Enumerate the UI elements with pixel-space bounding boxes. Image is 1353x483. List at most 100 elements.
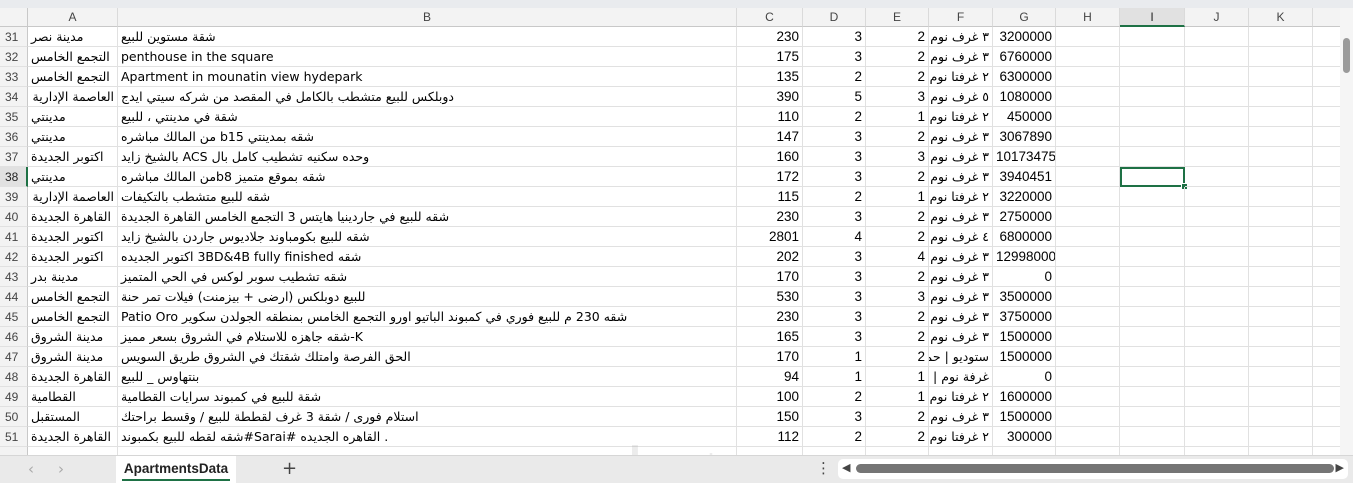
cell-i[interactable] — [1120, 407, 1185, 427]
cell-l[interactable] — [1313, 127, 1340, 147]
cell-e[interactable]: 1 — [866, 187, 929, 207]
cell-l[interactable] — [1313, 187, 1340, 207]
cell-d[interactable]: 3 — [803, 407, 866, 427]
cell-a[interactable]: القاهرة الجديدة — [28, 207, 118, 227]
column-header-e[interactable]: E — [866, 8, 929, 27]
cell-k[interactable] — [1249, 447, 1313, 455]
cell-k[interactable] — [1249, 147, 1313, 167]
cell-a[interactable]: القاهرة الجديدة — [28, 367, 118, 387]
row-header[interactable]: 51 — [0, 427, 28, 447]
cell-b[interactable]: شقه تشطيب سوبر لوكس في الحي المتميز — [118, 267, 737, 287]
cell-c[interactable]: 110 — [737, 107, 803, 127]
cell-b[interactable]: شقه 3BD&4B fully finished اكتوبر الجديده — [118, 247, 737, 267]
cell-k[interactable] — [1249, 347, 1313, 367]
cell-a[interactable]: اكتوبر الجديدة — [28, 147, 118, 167]
cell-h[interactable] — [1056, 427, 1120, 447]
cell-h[interactable] — [1056, 107, 1120, 127]
cell-k[interactable] — [1249, 107, 1313, 127]
cell-l[interactable] — [1313, 147, 1340, 167]
cell-a[interactable] — [28, 447, 118, 455]
cell-b[interactable]: شقة للبيع في كمبوند سرايات القطامية — [118, 387, 737, 407]
cell-h[interactable] — [1056, 407, 1120, 427]
cell-h[interactable] — [1056, 387, 1120, 407]
cell-f[interactable]: ٣ غرف نوم — [929, 27, 993, 47]
cell-i[interactable] — [1120, 307, 1185, 327]
cell-g[interactable]: 1500000 — [993, 347, 1056, 367]
cell-j[interactable] — [1185, 247, 1249, 267]
row-header[interactable]: 39 — [0, 187, 28, 207]
cell-g[interactable]: 3220000 — [993, 187, 1056, 207]
cell-f[interactable]: ستوديو | حمام — [929, 347, 993, 367]
cell-d[interactable]: 3 — [803, 307, 866, 327]
cell-h[interactable] — [1056, 207, 1120, 227]
cell-j[interactable] — [1185, 67, 1249, 87]
cell-c[interactable]: 202 — [737, 247, 803, 267]
cell-f[interactable] — [929, 447, 993, 455]
cell-h[interactable] — [1056, 227, 1120, 247]
cell-a[interactable]: مدينة نصر — [28, 27, 118, 47]
cell-j[interactable] — [1185, 87, 1249, 107]
cell-b[interactable]: شقة في مدينتي ، للبيع — [118, 107, 737, 127]
cell-e[interactable]: 2 — [866, 307, 929, 327]
cell-j[interactable] — [1185, 447, 1249, 455]
cell-h[interactable] — [1056, 347, 1120, 367]
column-header-c[interactable]: C — [737, 8, 803, 27]
cell-e[interactable]: 3 — [866, 287, 929, 307]
cell-i[interactable] — [1120, 207, 1185, 227]
cell-j[interactable] — [1185, 27, 1249, 47]
cell-g[interactable]: 12998000 — [993, 247, 1056, 267]
cell-j[interactable] — [1185, 267, 1249, 287]
cell-i[interactable] — [1120, 427, 1185, 447]
cell-h[interactable] — [1056, 247, 1120, 267]
cell-g[interactable]: 3750000 — [993, 307, 1056, 327]
cell-d[interactable]: 2 — [803, 107, 866, 127]
row-header[interactable]: 32 — [0, 47, 28, 67]
cell-b[interactable]: بنتهاوس _ للبيع — [118, 367, 737, 387]
cell-e[interactable]: 1 — [866, 367, 929, 387]
cell-f[interactable]: ٣ غرف نوم — [929, 307, 993, 327]
row-header[interactable]: 41 — [0, 227, 28, 247]
cell-l[interactable] — [1313, 27, 1340, 47]
cell-a[interactable]: التجمع الخامس — [28, 47, 118, 67]
cell-i[interactable] — [1120, 147, 1185, 167]
cell-l[interactable] — [1313, 247, 1340, 267]
scroll-right-icon[interactable]: ▶ — [1336, 461, 1344, 474]
cell-f[interactable]: ٣ غرف نوم — [929, 407, 993, 427]
cell-d[interactable]: 1 — [803, 367, 866, 387]
cell-j[interactable] — [1185, 407, 1249, 427]
cell-i[interactable] — [1120, 327, 1185, 347]
cell-g[interactable]: 0 — [993, 267, 1056, 287]
cell-c[interactable]: 230 — [737, 307, 803, 327]
cell-e[interactable]: 2 — [866, 27, 929, 47]
cell-k[interactable] — [1249, 287, 1313, 307]
cell-i[interactable] — [1120, 347, 1185, 367]
row-header[interactable]: 40 — [0, 207, 28, 227]
select-all-button[interactable] — [0, 8, 28, 27]
cell-l[interactable] — [1313, 267, 1340, 287]
cell-d[interactable]: 2 — [803, 387, 866, 407]
column-header-g[interactable]: G — [993, 8, 1056, 27]
cell-c[interactable]: 147 — [737, 127, 803, 147]
column-header-i[interactable]: I — [1120, 8, 1185, 27]
cell-a[interactable]: مدينة الشروق — [28, 347, 118, 367]
row-header[interactable]: 45 — [0, 307, 28, 327]
cell-i[interactable] — [1120, 247, 1185, 267]
cell-f[interactable]: ٢ غرفتا نوم — [929, 387, 993, 407]
cell-b[interactable]: شقه للبيع في جاردينيا هايتس 3 التجمع الخ… — [118, 207, 737, 227]
cell-g[interactable]: 2750000 — [993, 207, 1056, 227]
more-vertical-icon[interactable]: ⋮ — [816, 459, 831, 477]
cell-h[interactable] — [1056, 267, 1120, 287]
cell-a[interactable]: التجمع الخامس — [28, 67, 118, 87]
cell-f[interactable]: ٣ غرف نوم — [929, 47, 993, 67]
cell-c[interactable]: 170 — [737, 267, 803, 287]
cell-k[interactable] — [1249, 247, 1313, 267]
cell-h[interactable] — [1056, 327, 1120, 347]
cell-d[interactable]: 5 — [803, 87, 866, 107]
cell-d[interactable]: 4 — [803, 227, 866, 247]
cell-k[interactable] — [1249, 87, 1313, 107]
cell-f[interactable]: ٣ غرف نوم — [929, 167, 993, 187]
cell-h[interactable] — [1056, 147, 1120, 167]
cell-d[interactable]: 1 — [803, 347, 866, 367]
cell-g[interactable]: 6800000 — [993, 227, 1056, 247]
cell-i[interactable] — [1120, 127, 1185, 147]
